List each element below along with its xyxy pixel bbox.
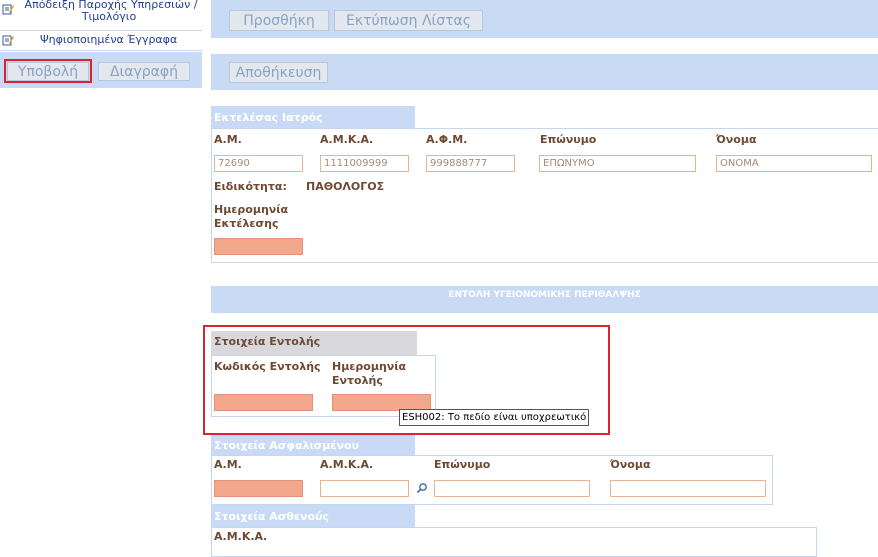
executor-am-field[interactable]: 72690 xyxy=(214,155,303,172)
submit-button[interactable]: Υποβολή xyxy=(7,62,89,81)
prescription-banner-title: ΕΝΤΟΛΗ ΥΓΕΙΟΝΟΜΙΚΗΣ ΠΕΡΙΘΑΛΨΗΣ xyxy=(448,290,641,300)
executor-name-field[interactable]: ΟΝΟΜΑ xyxy=(716,155,872,172)
insured-am-field[interactable] xyxy=(214,480,303,497)
insured-amka-label: Α.Μ.Κ.Α. xyxy=(320,458,374,471)
executor-amka-field[interactable]: 1111009999 xyxy=(320,155,409,172)
patient-section-title: Στοιχεία Ασθενούς xyxy=(211,505,415,527)
patient-amka-label: Α.Μ.Κ.Α. xyxy=(214,530,268,543)
executor-surname-label: Επώνυμο xyxy=(540,133,597,146)
executor-section-title: Εκτελέσας Ιατρός xyxy=(211,106,415,128)
executor-am-label: Α.Μ. xyxy=(214,133,242,146)
order-code-label: Κωδικός Εντολής xyxy=(214,360,321,373)
print-list-button[interactable]: Εκτύπωση Λίστας xyxy=(334,10,483,31)
insured-am-label: Α.Μ. xyxy=(214,458,242,471)
executor-afm-label: Α.Φ.Μ. xyxy=(426,133,468,146)
insured-name-label: Όνομα xyxy=(610,458,651,471)
executor-panel xyxy=(211,128,878,263)
order-code-field[interactable] xyxy=(214,394,313,411)
execution-date-field[interactable] xyxy=(214,238,303,255)
executor-date-label-line2: Εκτέλεσης xyxy=(214,217,279,230)
executor-specialty-value: ΠΑΘΟΛΟΓΟΣ xyxy=(306,180,385,193)
edit-document-icon xyxy=(2,34,14,46)
insured-amka-field[interactable] xyxy=(320,480,409,497)
executor-surname-field[interactable]: ΕΠΩΝΥΜΟ xyxy=(539,155,696,172)
insured-surname-field[interactable] xyxy=(434,480,590,497)
patient-panel xyxy=(211,527,817,557)
executor-date-label-line1: Ημερομηνία xyxy=(214,203,289,216)
executor-amka-label: Α.Μ.Κ.Α. xyxy=(320,133,374,146)
order-date-label-line1: Ημερομηνία xyxy=(332,360,407,373)
sidebar-item-digitized-documents[interactable]: Ψηφιοποιημένα Έγγραφα xyxy=(40,34,177,46)
sidebar-item-receipt-line2: Τιμολόγιο xyxy=(81,10,137,23)
sidebar-divider xyxy=(0,50,202,51)
required-field-tooltip: ESH002: Το πεδίο είναι υποχρεωτικό xyxy=(399,409,590,426)
executor-name-label: Όνομα xyxy=(716,133,757,146)
order-section-title: Στοιχεία Εντολής xyxy=(214,335,321,348)
executor-afm-field[interactable]: 999888777 xyxy=(426,155,515,172)
search-icon[interactable] xyxy=(416,482,428,494)
insured-name-field[interactable] xyxy=(610,480,766,497)
order-date-label-line2: Εντολής xyxy=(332,374,383,387)
insured-surname-label: Επώνυμο xyxy=(434,458,491,471)
sidebar: Απόδειξη Παροχής Υπηρεσιών / Τιμολόγιο Ψ… xyxy=(0,0,202,546)
save-button[interactable]: Αποθήκευση xyxy=(229,62,328,83)
sidebar-divider xyxy=(0,30,202,31)
executor-specialty-label: Ειδικότητα: xyxy=(214,180,287,193)
insured-section-title: Στοιχεία Ασφαλισμένου xyxy=(211,435,415,455)
sidebar-item-receipt[interactable]: Απόδειξη Παροχής Υπηρεσιών / Τιμολόγιο xyxy=(0,0,202,23)
delete-button[interactable]: Διαγραφή xyxy=(98,62,190,81)
add-button[interactable]: Προσθήκη xyxy=(229,10,329,31)
